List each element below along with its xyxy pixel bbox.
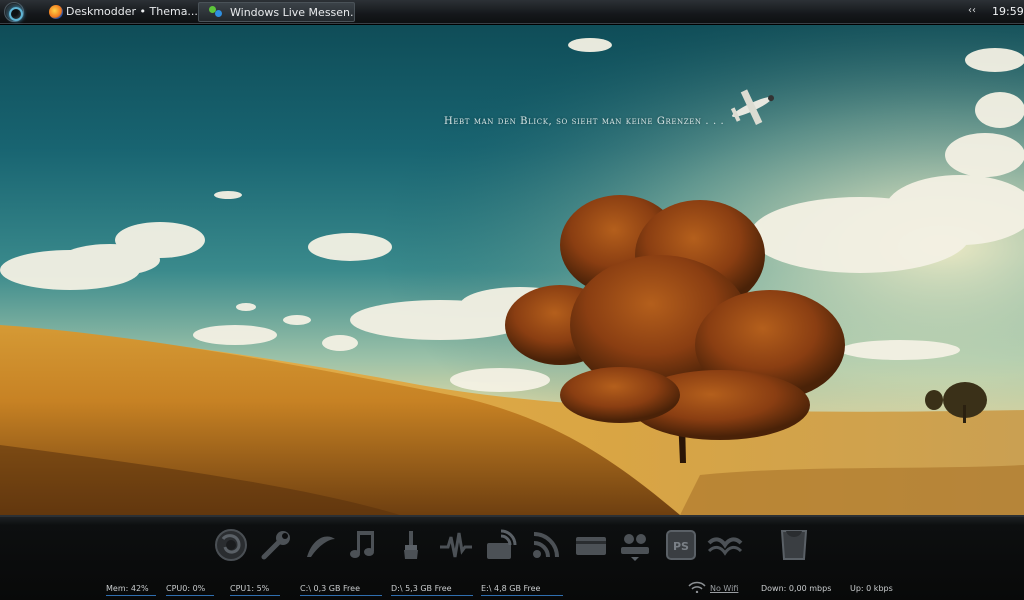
memory-usage: Mem: 42%	[106, 584, 156, 596]
trash-icon[interactable]	[776, 527, 812, 563]
book-icon[interactable]	[707, 527, 743, 563]
taskbar-item-messenger[interactable]: Windows Live Messen...	[198, 2, 355, 22]
cpu1-usage: CPU1: 5%	[230, 584, 281, 596]
desktop-wallpaper: Hebt man den Blick, so sieht man keine G…	[0, 25, 1024, 515]
firefox-icon	[49, 5, 63, 19]
system-stats-bar: Mem: 42% CPU0: 0% CPU1: 5% C:\ 0,3 GB Fr…	[0, 581, 1024, 600]
rss-icon[interactable]	[528, 527, 564, 563]
wifi-status: No Wifi	[710, 584, 739, 593]
messenger-icon	[209, 6, 223, 20]
cpu0-usage: CPU0: 0%	[166, 584, 215, 596]
show-hidden-icons-button[interactable]: ‹‹	[968, 5, 976, 16]
firefox-icon[interactable]	[213, 527, 249, 563]
drive-e-free: E:\ 4,8 GB Free	[481, 584, 564, 596]
photoshop-icon[interactable]: PS	[663, 527, 699, 563]
wallet-icon[interactable]	[573, 527, 609, 563]
wallpaper-quote: Hebt man den Blick, so sieht man keine G…	[444, 116, 725, 127]
drive-c-free: C:\ 0,3 GB Free	[300, 584, 382, 596]
paintbrush-icon[interactable]	[393, 527, 429, 563]
drive-d-free: D:\ 5,3 GB Free	[391, 584, 473, 596]
dock: PS Mem: 42% CPU0: 0% CPU1: 5% C:\ 0,3 GB…	[0, 515, 1024, 600]
taskbar-item-label: Windows Live Messen...	[230, 6, 355, 19]
taskbar-item-label: Deskmodder • Thema...	[66, 5, 198, 18]
clock[interactable]: 19:59	[992, 5, 1024, 18]
wifi-icon	[688, 581, 706, 593]
brush-stroke-icon[interactable]	[303, 527, 339, 563]
people-icon[interactable]	[617, 527, 653, 563]
start-button[interactable]	[4, 2, 24, 22]
network-down: Down: 0,00 mbps	[761, 584, 832, 593]
taskbar: Deskmodder • Thema... Windows Live Messe…	[0, 0, 1024, 24]
network-up: Up: 0 kbps	[850, 584, 893, 593]
photoshop-label: PS	[673, 540, 689, 553]
wrench-icon[interactable]	[258, 527, 294, 563]
music-note-icon[interactable]	[345, 527, 381, 563]
wallpaper-landscape	[0, 25, 1024, 515]
satellite-dish-icon[interactable]	[483, 527, 519, 563]
waveform-icon[interactable]	[438, 527, 474, 563]
taskbar-item-firefox[interactable]: Deskmodder • Thema...	[46, 2, 206, 22]
